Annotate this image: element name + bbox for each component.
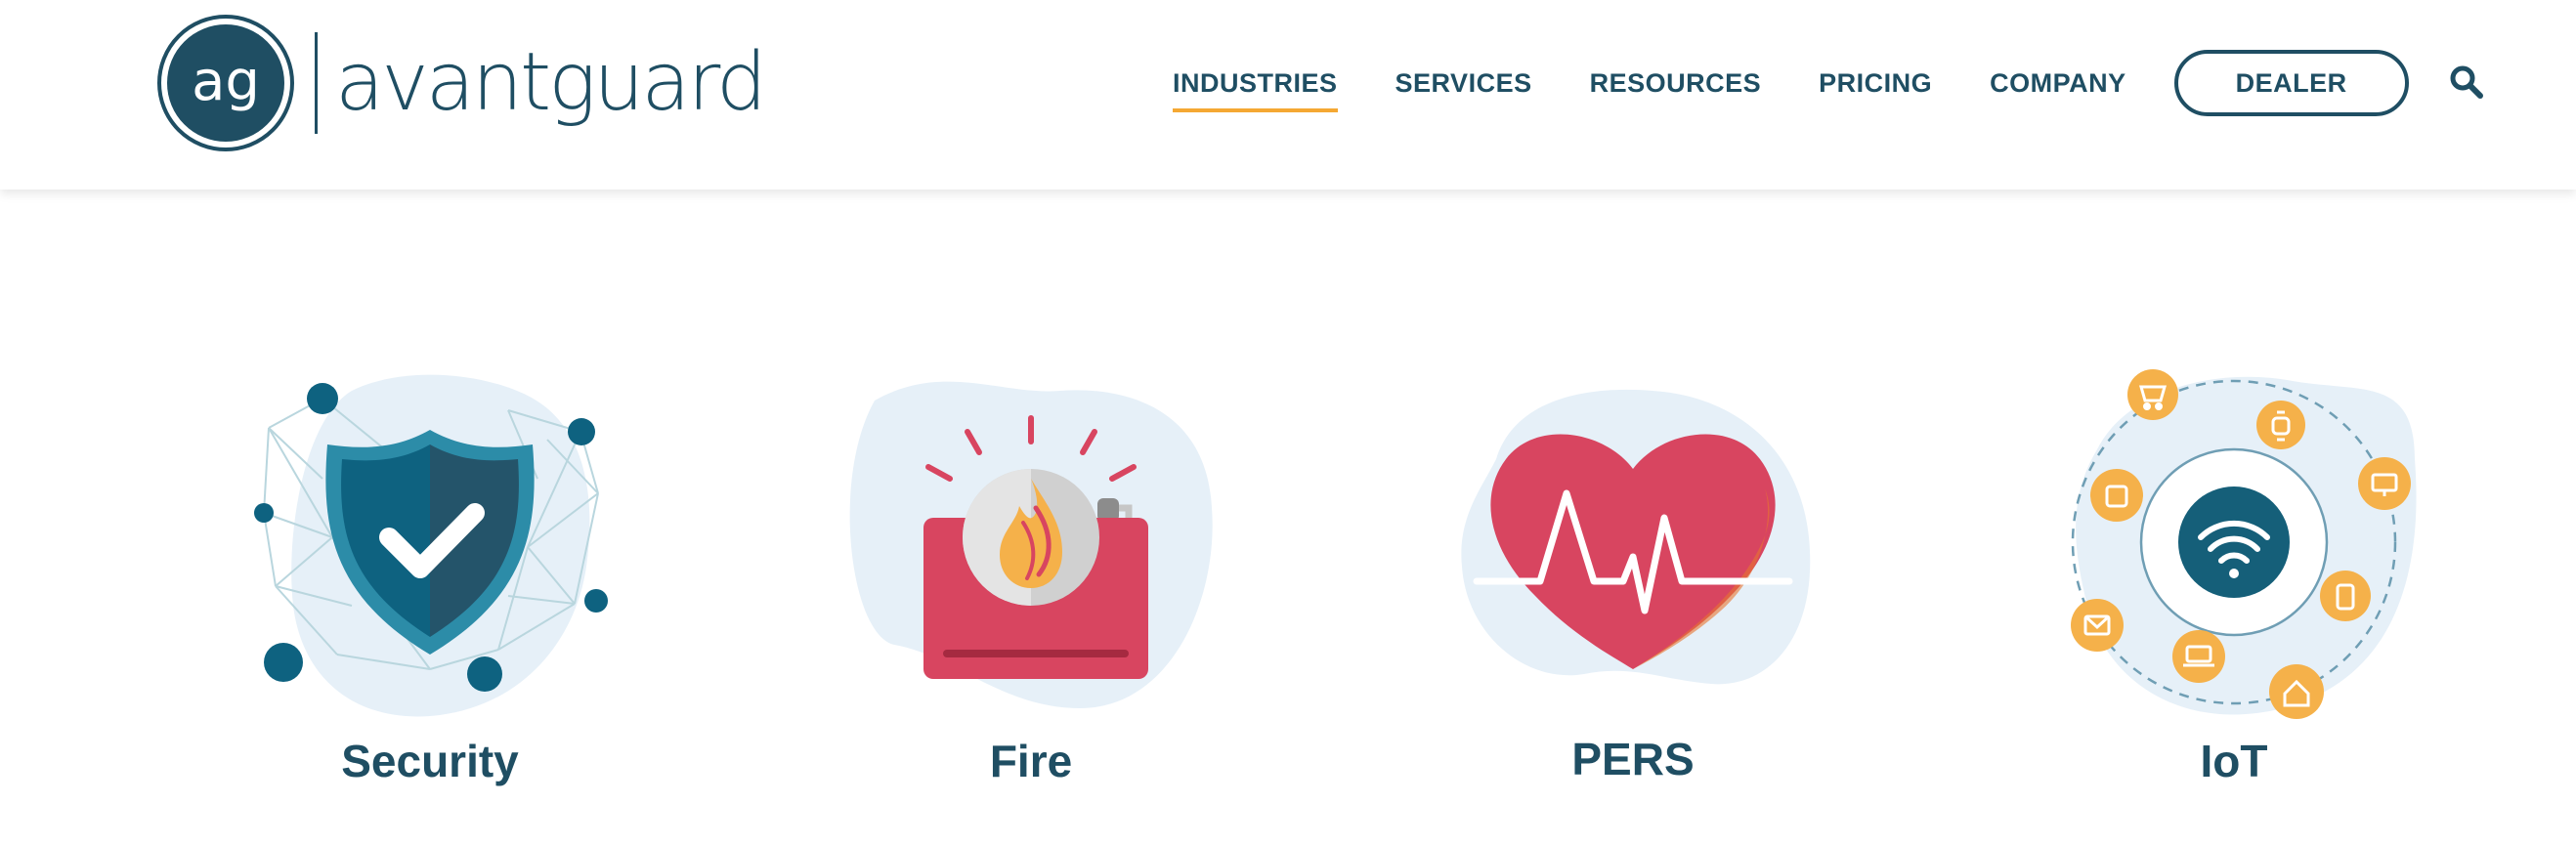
site-header: ag avantguard INDUSTRIES SERVICES RESOUR… <box>0 0 2576 190</box>
industries-grid: Security Fire PERS IoT <box>0 352 2576 821</box>
main-nav: INDUSTRIES SERVICES RESOURCES PRICING CO… <box>1173 49 2409 117</box>
shield-check-icon <box>254 374 608 717</box>
industry-card-pers[interactable]: PERS <box>1438 352 1828 821</box>
logo-divider <box>315 32 318 134</box>
nav-item-company[interactable]: COMPANY <box>1990 68 2126 99</box>
industry-label-fire: Fire <box>989 736 1073 786</box>
industry-card-fire[interactable]: Fire <box>836 352 1226 821</box>
dealer-button[interactable]: DEALER <box>2173 50 2409 116</box>
nav-item-services[interactable]: SERVICES <box>1395 68 1532 99</box>
industry-label-security: Security <box>341 736 519 786</box>
logo-mark-icon: ag <box>157 15 294 151</box>
nav-item-resources[interactable]: RESOURCES <box>1590 68 1762 99</box>
nav-item-pricing[interactable]: PRICING <box>1819 68 1932 99</box>
search-button[interactable] <box>2449 64 2484 100</box>
industry-label-iot: IoT <box>2200 736 2268 786</box>
industry-label-pers: PERS <box>1571 734 1695 784</box>
nav-item-industries[interactable]: INDUSTRIES <box>1173 68 1338 112</box>
search-icon <box>2450 65 2483 99</box>
fire-alarm-icon <box>849 381 1213 708</box>
logo-wordmark: avantguard <box>335 36 767 129</box>
industry-card-security[interactable]: Security <box>235 352 625 821</box>
industry-card-iot[interactable]: IoT <box>2039 352 2429 821</box>
logo-monogram: ag <box>192 50 260 113</box>
logo[interactable]: ag avantguard <box>156 14 767 152</box>
wifi-network-icon <box>2071 369 2417 719</box>
heartbeat-icon <box>1461 389 1811 685</box>
